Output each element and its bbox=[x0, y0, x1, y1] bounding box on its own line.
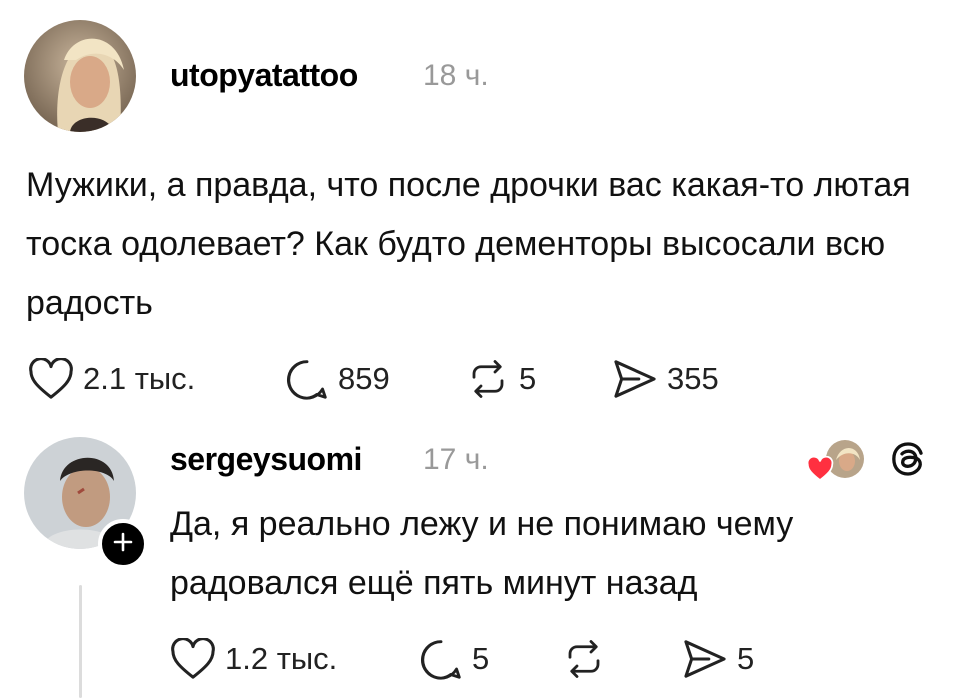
post-repost-count: 5 bbox=[519, 361, 537, 396]
red-heart-icon bbox=[806, 455, 834, 487]
reply-repost-button[interactable] bbox=[562, 638, 615, 680]
post-author-username[interactable]: utopyatattoo bbox=[170, 57, 358, 94]
reply-author-username[interactable]: sergeysuomi bbox=[170, 441, 362, 478]
post-comment-button[interactable]: 859 bbox=[285, 358, 390, 400]
post-body-text: Мужики, а правда, что после дрочки вас к… bbox=[26, 166, 911, 322]
reply-share-button[interactable]: 5 bbox=[682, 638, 754, 680]
reply-like-button[interactable]: 1.2 тыс. bbox=[170, 638, 337, 680]
follow-button[interactable] bbox=[98, 519, 148, 569]
post-author-avatar[interactable] bbox=[24, 20, 136, 132]
reply-comment-count: 5 bbox=[472, 641, 490, 676]
post-repost-button[interactable]: 5 bbox=[466, 358, 536, 400]
reply-comment-button[interactable]: 5 bbox=[419, 638, 489, 680]
send-icon bbox=[612, 358, 658, 400]
speech-bubble-icon bbox=[285, 358, 329, 400]
repost-arrows-icon bbox=[562, 638, 606, 680]
post-comment-count: 859 bbox=[338, 361, 390, 396]
reply-body-text: Да, я реально лежу и не понимаю чему рад… bbox=[170, 505, 794, 602]
threads-logo-icon[interactable] bbox=[888, 439, 928, 484]
reply-share-count: 5 bbox=[737, 641, 755, 676]
send-icon bbox=[682, 638, 728, 680]
speech-bubble-icon bbox=[419, 638, 463, 680]
post-like-button[interactable]: 2.1 тыс. bbox=[28, 358, 195, 400]
reply-like-count: 1.2 тыс. bbox=[225, 641, 338, 676]
plus-icon bbox=[112, 531, 134, 558]
post-share-count: 355 bbox=[667, 361, 719, 396]
reply-timestamp: 17 ч. bbox=[423, 443, 489, 476]
heart-outline-icon bbox=[28, 358, 74, 400]
post-timestamp: 18 ч. bbox=[423, 59, 489, 92]
post-share-button[interactable]: 355 bbox=[612, 358, 719, 400]
heart-outline-icon bbox=[170, 638, 216, 680]
post-like-count: 2.1 тыс. bbox=[83, 361, 196, 396]
repost-arrows-icon bbox=[466, 358, 510, 400]
thread-connector-line bbox=[79, 585, 82, 698]
liked-by-author-badge bbox=[806, 438, 864, 484]
